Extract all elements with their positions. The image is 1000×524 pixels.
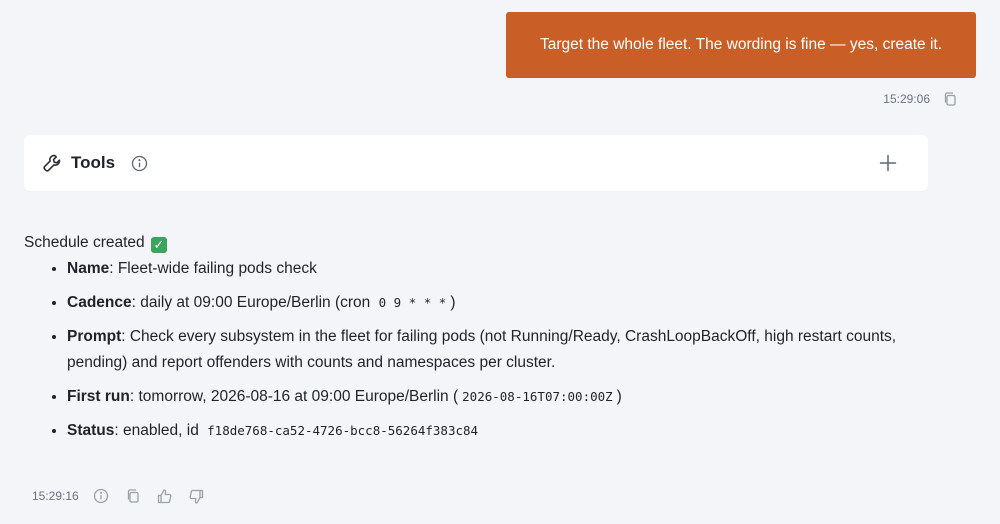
schedule-id-code: f18de768-ca52-4726-bcc8-56264f383c84: [207, 423, 479, 438]
list-item: Status: enabled, id f18de768-ca52-4726-b…: [67, 418, 924, 444]
chat-page: Target the whole fleet. The wording is f…: [0, 0, 1000, 524]
assistant-message: Schedule created ✓ Name: Fleet-wide fail…: [24, 230, 924, 452]
user-message-text: Target the whole fleet. The wording is f…: [539, 36, 943, 53]
list-item: Name: Fleet-wide failing pods check: [67, 256, 924, 282]
tools-title: Tools: [71, 153, 116, 172]
tools-card[interactable]: Tools: [24, 135, 928, 191]
info-icon[interactable]: [91, 486, 111, 506]
user-message-bubble: Target the whole fleet. The wording is f…: [506, 12, 976, 78]
thumbs-down-icon[interactable]: [187, 486, 207, 506]
user-message-timestamp: 15:29:06: [883, 92, 930, 106]
thumbs-up-icon[interactable]: [155, 486, 175, 506]
first-run-code: 2026-08-16T07:00:00Z: [462, 389, 613, 404]
plus-icon[interactable]: [878, 153, 898, 173]
copy-icon[interactable]: [123, 486, 143, 506]
assistant-message-timestamp: 15:29:16: [32, 489, 79, 503]
copy-icon[interactable]: [940, 89, 960, 109]
check-mark-icon: ✓: [150, 237, 167, 253]
assistant-headline: Schedule created ✓: [24, 230, 924, 256]
user-message-meta: 15:29:06: [883, 89, 960, 109]
wrench-icon: [42, 153, 62, 173]
schedule-details-list: Name: Fleet-wide failing pods check Cade…: [24, 256, 924, 444]
list-item: Prompt: Check every subsystem in the fle…: [67, 324, 924, 376]
list-item: First run: tomorrow, 2026-08-16 at 09:00…: [67, 384, 924, 410]
cron-code: 0 9 * * *: [378, 295, 447, 310]
list-item: Cadence: daily at 09:00 Europe/Berlin (c…: [67, 290, 924, 316]
assistant-message-meta: 15:29:16: [32, 486, 207, 506]
info-icon[interactable]: [129, 153, 149, 173]
